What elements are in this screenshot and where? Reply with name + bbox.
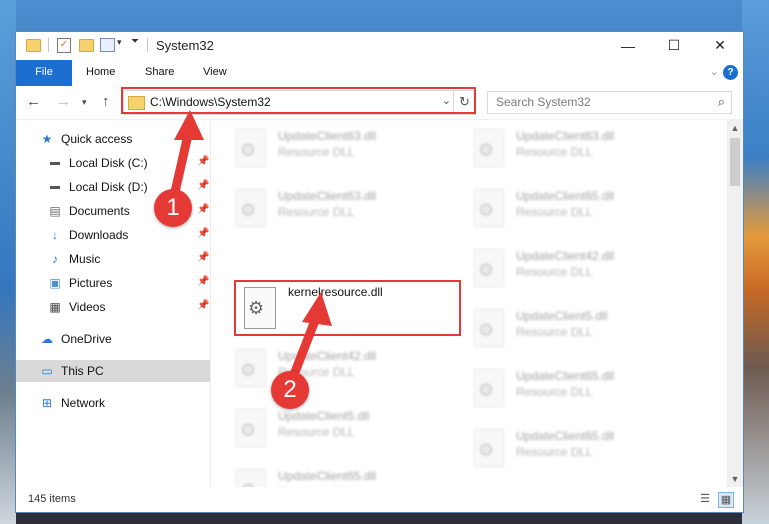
arrow-2 <box>285 292 332 390</box>
step-badge-1: 1 <box>154 189 192 227</box>
step-badge-2: 2 <box>271 371 309 409</box>
annotation-layer <box>167 110 332 390</box>
